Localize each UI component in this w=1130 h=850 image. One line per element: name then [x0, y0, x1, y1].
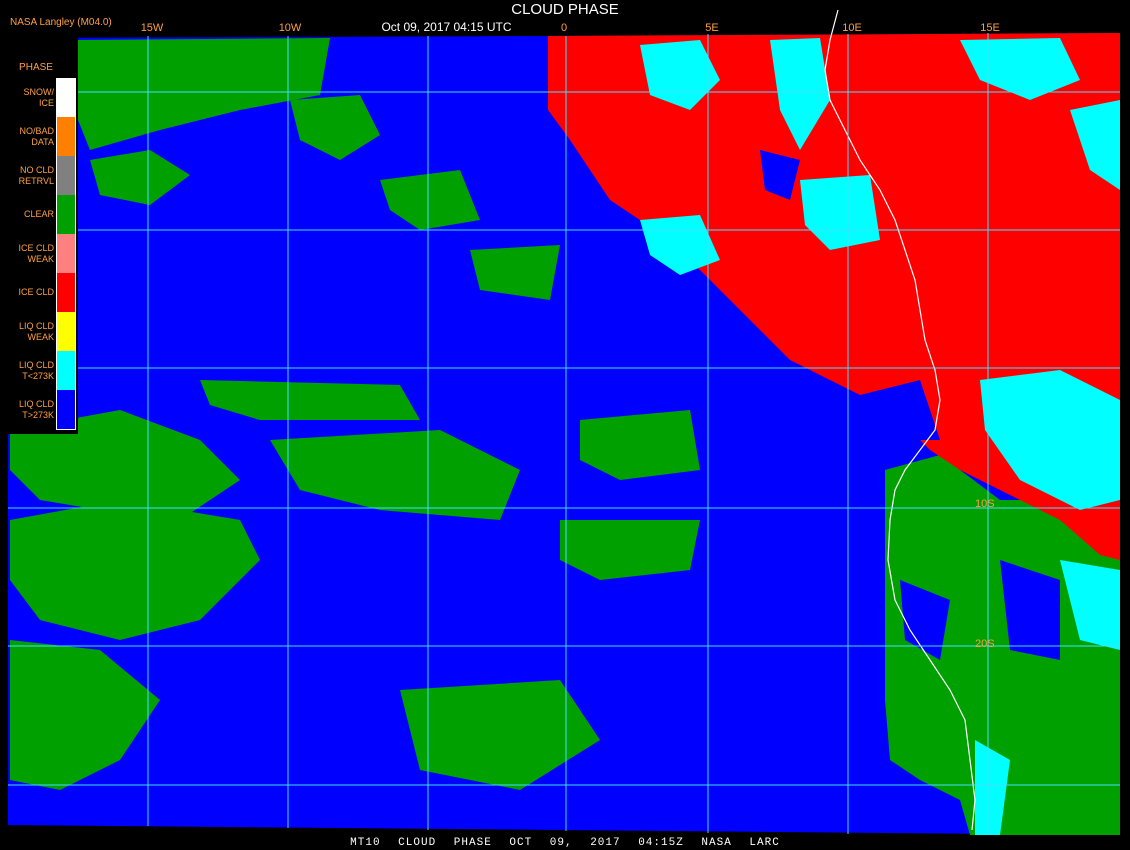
longitude-label: 10E: [842, 22, 862, 34]
legend-swatch: [56, 312, 76, 351]
legend-label: NO/BAD DATA: [19, 125, 54, 147]
longitude-label: 15E: [980, 22, 1000, 34]
phase-legend: PHASE SNOW/ ICE NO/BAD DATA NO CLD RETRVL C…: [8, 34, 78, 434]
legend-label: LIQ CLD T<273K: [18, 359, 54, 381]
legend-swatch: [56, 390, 76, 430]
legend-swatch: [56, 156, 76, 195]
map-timestamp: Oct 09, 2017 04:15 UTC: [381, 20, 512, 34]
cloud-phase-map: [0, 0, 1130, 850]
legend-swatch: [56, 351, 76, 390]
legend-swatch: [56, 195, 76, 234]
legend-title: PHASE: [19, 62, 53, 73]
longitude-label: 10W: [278, 22, 302, 34]
legend-label: LIQ CLD WEAK: [18, 320, 54, 342]
legend-swatch: [56, 78, 76, 118]
latitude-label: 10S: [975, 498, 995, 510]
legend-label: NO CLD RETRVL: [18, 164, 54, 186]
longitude-label: 15W: [140, 22, 164, 34]
legend-label: CLEAR: [23, 209, 54, 219]
legend-label: SNOW/ ICE: [23, 86, 55, 108]
legend-swatch: [56, 234, 76, 273]
longitude-label: 5E: [705, 22, 719, 34]
legend-label: ICE CLD: [18, 287, 54, 297]
longitude-label: 0: [560, 22, 568, 34]
legend-label: ICE CLD WEAK: [18, 242, 54, 264]
map-title: CLOUD PHASE: [511, 1, 619, 18]
credit-label: NASA Langley (M04.0): [10, 17, 112, 28]
footer-caption: MT10 CLOUD PHASE OCT 09, 2017 04:15Z NAS…: [350, 837, 780, 849]
legend-swatch: [56, 117, 76, 156]
legend-swatch: [56, 273, 76, 312]
legend-label: LIQ CLD T>273K: [18, 398, 54, 420]
latitude-label: 20S: [975, 638, 995, 650]
